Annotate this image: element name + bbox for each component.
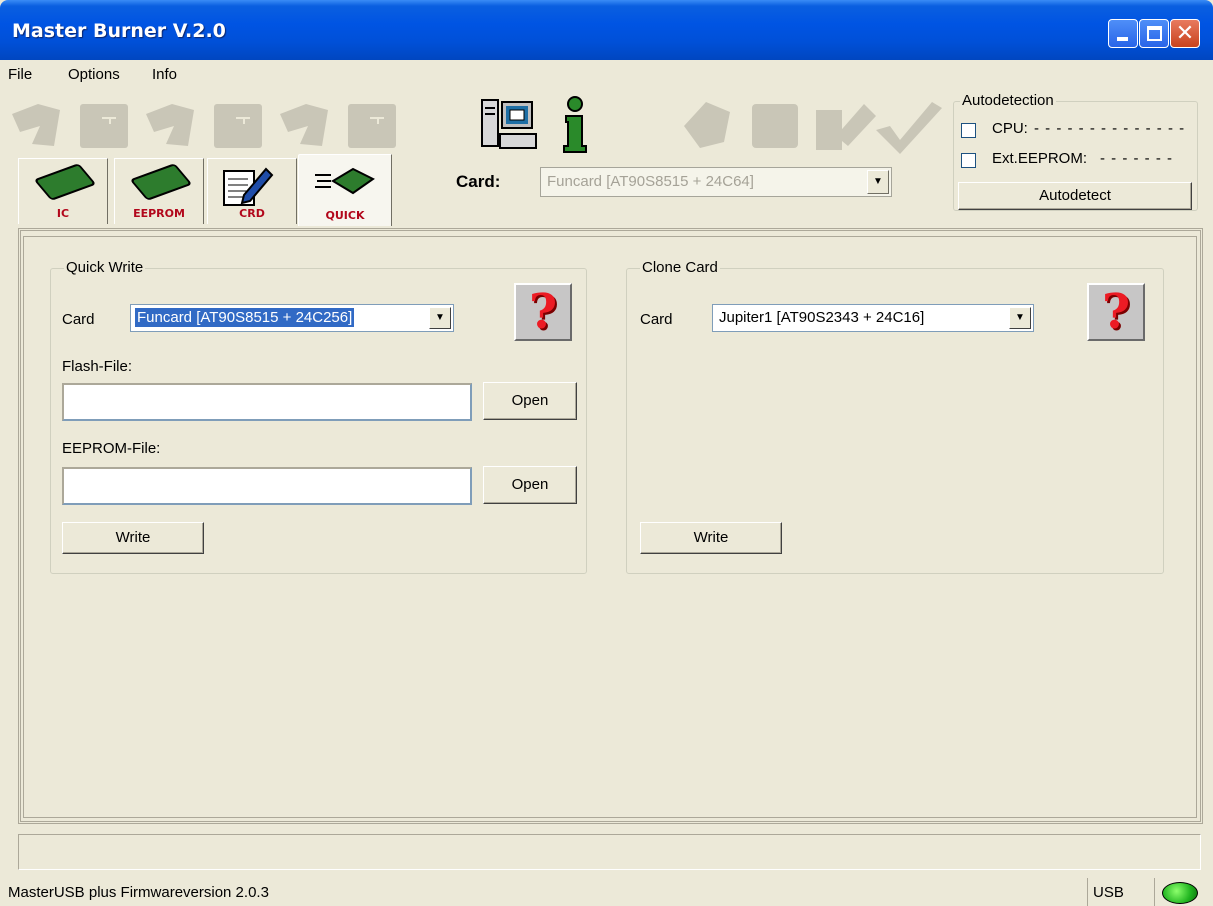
close-icon: ✕ [1175,21,1195,46]
verify-ic-icon [280,104,328,146]
chevron-down-icon[interactable]: ▼ [867,170,889,194]
close-button[interactable]: ✕ [1170,19,1200,48]
tab-crd-label: CRD [239,207,265,220]
minimize-icon [1117,37,1128,41]
eeprom-chip-icon [129,163,193,201]
tab-ic-label: IC [56,207,70,220]
toolbar-disabled-right [684,102,942,154]
tab-quick[interactable]: QUICK [298,154,392,226]
ext-eeprom-value: - - - - - - - [1100,150,1173,167]
erase-icon [684,102,730,148]
card-label: Card: [456,172,501,191]
computer-icon[interactable] [480,98,540,152]
chevron-down-icon[interactable]: ▼ [1009,307,1031,329]
maximize-button[interactable] [1139,19,1169,48]
copy-icon [752,104,798,148]
menu-info[interactable]: Info [152,66,177,83]
check-icon [876,102,942,154]
ext-eeprom-checkbox[interactable] [961,153,976,168]
edit-icon [816,104,876,150]
progress-area [18,834,1201,870]
ext-eeprom-label: Ext.EEPROM: [992,150,1088,167]
status-divider [1087,878,1088,906]
quick-chip-icon [315,167,375,195]
menu-file[interactable]: File [8,66,32,83]
quick-write-help-button[interactable]: ? [514,283,572,341]
write-ic-icon [146,104,194,146]
tab-eeprom[interactable]: EEPROM [114,158,204,224]
eeprom-file-label: EEPROM-File: [62,440,161,457]
clone-card-label: Card [640,311,673,328]
flash-open-button[interactable]: Open [483,382,577,420]
read-ic-icon [12,104,60,146]
tab-eeprom-label: EEPROM [133,207,185,220]
clone-card-help-button[interactable]: ? [1087,283,1145,341]
toolbar-disabled-icons [12,104,396,148]
quick-write-button[interactable]: Write [62,522,204,554]
menu-bar: File Options Info [0,60,1213,88]
autodetection-title: Autodetection [960,92,1056,109]
tab-crd[interactable]: CRD [207,158,297,224]
flash-file-input[interactable] [62,383,472,421]
menu-options[interactable]: Options [68,66,120,83]
window-title: Master Burner V.2.0 [12,20,226,42]
verify-card-icon [348,104,396,148]
eeprom-file-input[interactable] [62,467,472,505]
quick-write-card-value: Funcard [AT90S8515 + 24C256] [135,308,355,327]
quick-write-title: Quick Write [64,259,146,276]
flash-file-label: Flash-File: [62,358,133,375]
tab-quick-label: QUICK [325,209,365,222]
chevron-down-icon[interactable]: ▼ [429,307,451,329]
write-card-icon [214,104,262,148]
clone-card-select[interactable]: Jupiter1 [AT90S2343 + 24C16] ▼ [712,304,1034,332]
cpu-checkbox[interactable] [961,123,976,138]
ic-chip-icon [33,163,97,201]
clone-card-title: Clone Card [640,259,720,276]
quick-write-card-label: Card [62,311,95,328]
info-icon[interactable] [560,96,590,154]
minimize-button[interactable] [1108,19,1138,48]
title-bar[interactable]: Master Burner V.2.0 ✕ [0,0,1213,60]
clone-card-value: Jupiter1 [AT90S2343 + 24C16] [719,309,925,326]
usb-status: USB [1093,884,1124,901]
cpu-value: - - - - - - - - - - - - - - [1034,120,1186,137]
tab-ic[interactable]: IC [18,158,108,224]
autodetect-button[interactable]: Autodetect [958,182,1192,210]
read-card-icon [80,104,128,148]
eeprom-open-button[interactable]: Open [483,466,577,504]
card-select[interactable]: Funcard [AT90S8515 + 24C64] ▼ [540,167,892,197]
status-text: MasterUSB plus Firmwareversion 2.0.3 [8,884,269,901]
status-divider [1154,878,1155,906]
quick-write-card-select[interactable]: Funcard [AT90S8515 + 24C256] ▼ [130,304,454,332]
clone-write-button[interactable]: Write [640,522,782,554]
card-select-value: Funcard [AT90S8515 + 24C64] [547,173,754,190]
maximize-icon [1147,26,1162,41]
crd-edit-icon [223,167,274,206]
connection-led-icon [1162,882,1198,904]
cpu-label: CPU: [992,120,1028,137]
